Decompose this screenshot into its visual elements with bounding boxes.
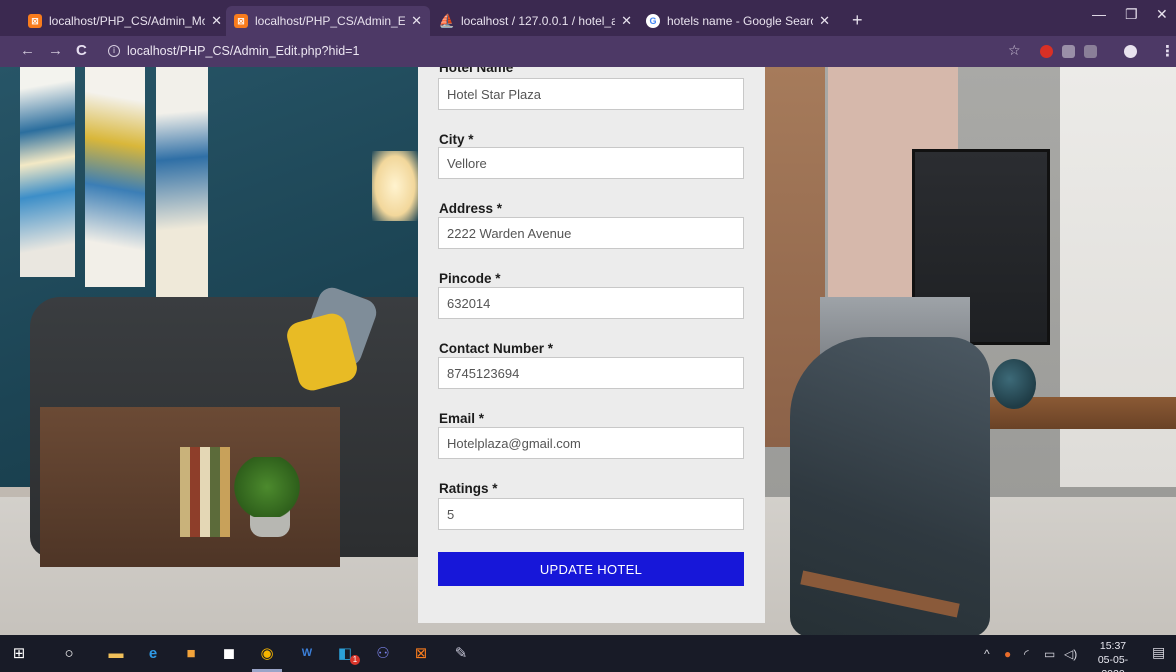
xampp-icon: ⊠ [28, 14, 42, 28]
ratings-input[interactable] [438, 498, 744, 530]
city-label: City * [439, 132, 474, 147]
minimize-icon[interactable]: — [1092, 6, 1106, 22]
edit-hotel-form: Hotel Name City * Address * Pincode * Co… [418, 67, 765, 623]
forward-arrow-icon[interactable]: → [48, 42, 63, 59]
app-icon[interactable]: ◼ [220, 644, 238, 662]
plant [232, 457, 302, 517]
close-icon[interactable]: ✕ [211, 13, 222, 29]
tab-admin-edit[interactable]: ⊠ localhost/PHP_CS/Admin_Edit.ph ✕ [226, 6, 430, 36]
notifications-icon[interactable]: ▤ [1152, 644, 1165, 661]
lamp [372, 151, 418, 221]
teams-icon[interactable]: ⚇ [374, 644, 392, 662]
contact-number-label: Contact Number * [439, 341, 554, 356]
address-label: Address * [439, 201, 503, 216]
windows-start-icon[interactable]: ⊞ [10, 644, 28, 662]
browser-toolbar: ← → C i localhost/PHP_CS/Admin_Edit.php?… [0, 36, 1176, 67]
tray-chevron-icon[interactable]: ^ [984, 647, 990, 661]
close-icon[interactable]: ✕ [819, 13, 830, 29]
contact-number-input[interactable] [438, 357, 744, 389]
extension-icon[interactable] [1062, 45, 1075, 58]
hotel-name-input[interactable] [438, 78, 744, 110]
tab-phpmyadmin[interactable]: ⛵ localhost / 127.0.0.1 / hotel_adm ✕ [432, 6, 640, 36]
address-bar[interactable]: i localhost/PHP_CS/Admin_Edit.php?hid=1 [108, 41, 1008, 61]
address-input[interactable] [438, 217, 744, 249]
pincode-input[interactable] [438, 287, 744, 319]
phpmyadmin-icon: ⛵ [438, 13, 456, 28]
tab-admin-mod[interactable]: ⊠ localhost/PHP_CS/Admin_Mod.ph ✕ [20, 6, 230, 36]
tab-title: hotels name - Google Search [667, 14, 814, 28]
chrome-icon[interactable]: ◉ [258, 644, 276, 662]
clock-date: 05-05-2020 [1097, 654, 1129, 672]
battery-icon[interactable]: ▭ [1044, 647, 1055, 661]
tab-google-search[interactable]: G hotels name - Google Search ✕ [638, 6, 838, 36]
page-viewport: Hotel Name City * Address * Pincode * Co… [0, 67, 1176, 635]
close-icon[interactable]: ✕ [411, 13, 422, 29]
reload-icon[interactable]: C [76, 42, 87, 59]
hotel-name-label: Hotel Name [439, 67, 514, 75]
tray-app-icon[interactable]: ● [1004, 647, 1011, 661]
file-explorer-icon[interactable]: ▬ [107, 644, 125, 662]
xampp-icon[interactable]: ⊠ [412, 644, 430, 662]
back-arrow-icon[interactable]: ← [20, 42, 35, 59]
clock-time: 15:37 [1099, 640, 1127, 652]
maximize-icon[interactable]: ❐ [1125, 6, 1138, 23]
windows-taskbar: ⊞ ○ ▬ e ■ ◼ ◉ W ◧ 1 ⚇ ⊠ ✎ ^ ● ◜ ▭ ◁) 15:… [0, 635, 1176, 672]
store-icon[interactable]: ■ [182, 644, 200, 662]
google-icon: G [646, 14, 660, 28]
word-icon[interactable]: W [298, 644, 316, 662]
profile-avatar-icon[interactable] [1124, 45, 1137, 58]
extension-icon[interactable] [1084, 45, 1097, 58]
url-text: localhost/PHP_CS/Admin_Edit.php?hid=1 [127, 44, 360, 58]
email-input[interactable] [438, 427, 744, 459]
volume-icon[interactable]: ◁) [1064, 647, 1077, 661]
update-hotel-button[interactable]: UPDATE HOTEL [438, 552, 744, 586]
edge-icon[interactable]: e [144, 644, 162, 662]
notification-badge: 1 [350, 655, 360, 665]
wifi-icon[interactable]: ◜ [1024, 647, 1029, 661]
tab-title: localhost / 127.0.0.1 / hotel_adm [461, 14, 616, 28]
pincode-label: Pincode * [439, 271, 501, 286]
new-tab-icon[interactable]: + [852, 10, 863, 31]
wall-art [85, 67, 145, 287]
system-clock[interactable]: 15:37 05-05-2020 [1090, 639, 1136, 672]
tab-title: localhost/PHP_CS/Admin_Mod.ph [49, 14, 206, 28]
browser-tab-strip: ⊠ localhost/PHP_CS/Admin_Mod.ph ✕ ⊠ loca… [0, 0, 1176, 36]
vase [992, 359, 1036, 409]
cortana-icon[interactable]: ○ [60, 644, 78, 662]
wall-art [156, 67, 208, 297]
books [180, 447, 230, 537]
xampp-icon: ⊠ [234, 14, 248, 28]
email-label: Email * [439, 411, 485, 426]
app-icon[interactable]: ✎ [452, 644, 470, 662]
wall-art [20, 67, 75, 277]
close-icon[interactable]: ✕ [621, 13, 632, 29]
city-input[interactable] [438, 147, 744, 179]
tab-title: localhost/PHP_CS/Admin_Edit.ph [255, 14, 406, 28]
opera-extension-icon[interactable] [1040, 45, 1053, 58]
menu-dots-icon[interactable]: ⋮ [1160, 42, 1175, 60]
star-icon[interactable]: ☆ [1008, 42, 1021, 59]
ratings-label: Ratings * [439, 481, 498, 496]
info-icon[interactable]: i [108, 45, 120, 57]
window-close-icon[interactable]: ✕ [1156, 6, 1168, 23]
